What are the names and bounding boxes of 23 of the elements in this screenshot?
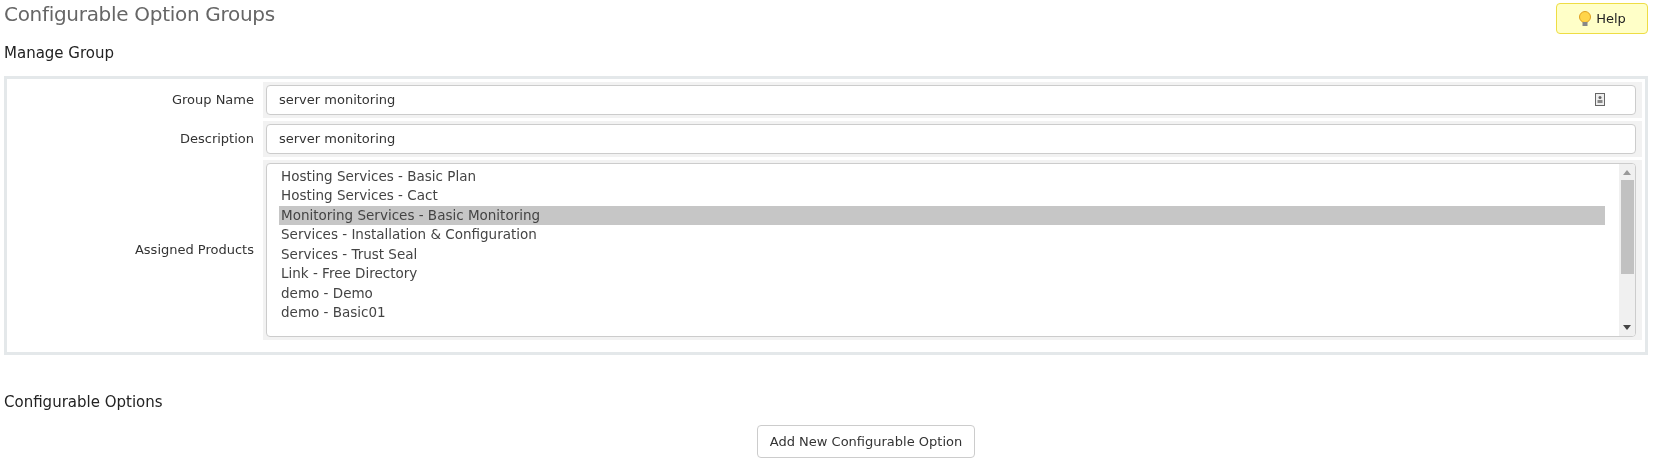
scrollbar[interactable] bbox=[1619, 163, 1635, 336]
list-option[interactable]: Hosting Services - Cact bbox=[279, 186, 1605, 206]
text-field[interactable]: server monitoring bbox=[266, 84, 1636, 115]
product-list[interactable] bbox=[266, 162, 1636, 337]
list-option[interactable]: demo - Demo bbox=[279, 283, 1605, 304]
add-option-button[interactable]: Add New Configurable Option bbox=[756, 425, 976, 458]
list-option[interactable]: Services - Trust Seal bbox=[279, 244, 1605, 265]
page-title: Configurable Option Groups bbox=[4, 2, 275, 26]
field-label: Description bbox=[178, 130, 255, 149]
list-option[interactable]: Hosting Services - Basic Plan bbox=[279, 166, 1605, 187]
section-heading: Configurable Options bbox=[4, 393, 164, 411]
scroll-down-icon bbox=[1623, 324, 1631, 330]
list-option[interactable]: Monitoring Services - Basic Monitoring bbox=[279, 205, 1605, 226]
text-field[interactable]: server monitoring bbox=[266, 123, 1636, 154]
list-option[interactable]: demo - Basic01 bbox=[279, 303, 1605, 323]
field-label: Group Name bbox=[170, 91, 255, 110]
scroll-up-icon bbox=[1623, 169, 1631, 175]
list-option[interactable]: Services - Installation & Configuration bbox=[279, 225, 1605, 245]
help-button[interactable]: Help bbox=[1556, 3, 1648, 34]
section-heading: Manage Group bbox=[4, 43, 116, 62]
list-option[interactable]: Link - Free Directory bbox=[279, 264, 1605, 284]
field-label: Assigned Products bbox=[133, 241, 255, 260]
lightbulb-icon bbox=[1578, 10, 1593, 27]
